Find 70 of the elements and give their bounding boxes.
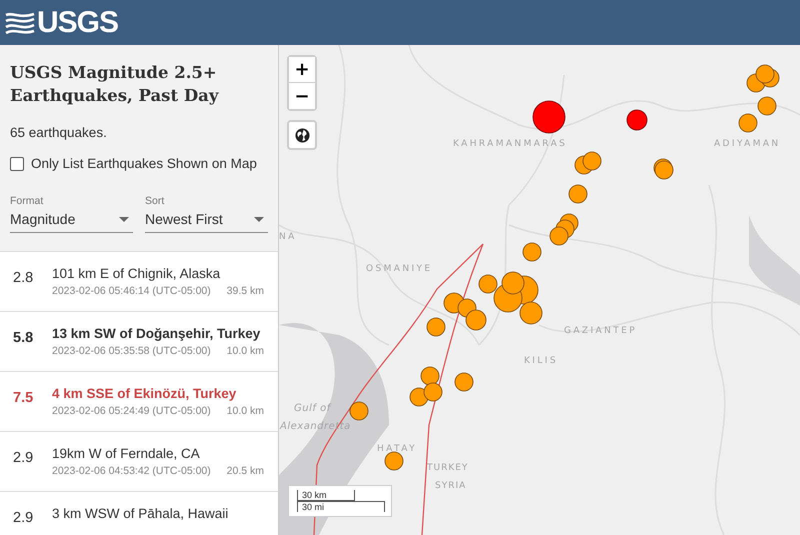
- earthquake-marker[interactable]: [350, 402, 368, 420]
- place-text: 4 km SSE of Ekinözü, Turkey: [52, 386, 238, 402]
- map-label: TURKEY: [427, 463, 468, 473]
- select-label: Format: [10, 195, 44, 207]
- select-dropdown[interactable]: Newest First: [145, 207, 268, 233]
- magnitude-text: 7.5: [13, 390, 33, 406]
- earthquake-marker[interactable]: [738, 114, 758, 132]
- map-label: KILIS: [524, 356, 558, 366]
- caret-icon: [119, 216, 129, 222]
- checkbox-label[interactable]: Only List Earthquakes Shown on Map: [31, 156, 257, 171]
- earthquake-marker[interactable]: [424, 382, 442, 402]
- globe-icon: [294, 128, 310, 142]
- earthquake-marker[interactable]: [454, 372, 474, 392]
- earthquake-marker[interactable]: [626, 110, 648, 130]
- earthquake-marker[interactable]: [420, 366, 440, 386]
- earthquake-marker[interactable]: [520, 302, 542, 324]
- depth-text: 10.0 km: [226, 405, 264, 417]
- time-text: 2023-02-06 05:35:58 (UTC-05:00): [52, 345, 211, 357]
- magnitude-text: 2.8: [13, 270, 33, 286]
- map-label: GAZIANTEP: [564, 326, 638, 336]
- select-label: Sort: [145, 195, 166, 207]
- scale-bar: 30 km 30 mi: [288, 485, 392, 517]
- earthquake-item[interactable]: 7.5 4 km SSE of Ekinözü, Turkey 2023-02-06 05:24:49 (UTC-05:00) 10.0 km: [0, 372, 278, 432]
- place-text: 101 km E of Chignik, Alaska: [52, 266, 222, 282]
- earthquake-item[interactable]: 5.8 13 km SW of Doğanşehir, Turkey 2023-02-06 05:35:58 (UTC-05:00) 10.0 km: [0, 312, 278, 372]
- zoom-in-button[interactable]: +: [289, 57, 315, 83]
- place-text: 19km W of Ferndale, CA: [52, 446, 201, 462]
- magnitude-text: 5.8: [13, 330, 33, 346]
- map-label: ADIYAMAN: [714, 139, 781, 149]
- globe-button[interactable]: [287, 120, 317, 150]
- earthquake-item[interactable]: 2.9 19km W of Ferndale, CA 2023-02-06 04:53:42 (UTC-05:00) 20.5 km: [0, 432, 278, 492]
- depth-text: 10.0 km: [226, 345, 264, 357]
- map-label: NA: [279, 232, 297, 242]
- magnitude-text: 2.9: [13, 450, 33, 466]
- earthquake-marker[interactable]: [410, 388, 428, 406]
- earthquake-marker[interactable]: [756, 64, 774, 84]
- earthquake-count: 65 earthquakes.: [10, 125, 108, 140]
- earthquake-marker[interactable]: [568, 184, 588, 204]
- earthquake-item[interactable]: 2.8 101 km E of Chignik, Alaska 2023-02-06 05:46:14 (UTC-05:00) 39.5 km: [0, 252, 278, 312]
- magnitude-text: 2.9: [13, 510, 33, 526]
- earthquake-marker[interactable]: [466, 310, 486, 330]
- caret-icon: [254, 216, 264, 222]
- depth-text: 39.5 km: [226, 285, 264, 297]
- select-dropdown[interactable]: Magnitude: [10, 207, 133, 233]
- earthquake-marker[interactable]: [502, 272, 524, 294]
- earthquake-marker[interactable]: [426, 318, 446, 336]
- earthquake-marker[interactable]: [582, 152, 602, 170]
- time-text: 2023-02-06 04:53:42 (UTC-05:00): [52, 465, 211, 477]
- earthquake-marker[interactable]: [522, 242, 542, 262]
- earthquake-item[interactable]: 2.9 3 km WSW of Pāhala, Hawaii: [0, 492, 278, 535]
- list-title: USGS Magnitude 2.5+ Earthquakes, Past Day: [10, 62, 220, 107]
- map-label: SYRIA: [435, 481, 466, 491]
- map-label: Gulf of: [294, 403, 331, 414]
- map-label: HATAY: [377, 444, 417, 454]
- earthquake-marker[interactable]: [654, 160, 674, 180]
- earthquake-marker[interactable]: [532, 100, 566, 134]
- waves-logo-icon: [5, 10, 35, 34]
- time-text: 2023-02-06 05:46:14 (UTC-05:00): [52, 285, 211, 297]
- map-label: KAHRAMANMARAS: [453, 139, 568, 149]
- logo-text[interactable]: USGS: [37, 6, 118, 40]
- earthquake-marker[interactable]: [384, 452, 404, 470]
- place-text: 3 km WSW of Pāhala, Hawaii: [52, 506, 230, 522]
- depth-text: 20.5 km: [226, 465, 264, 477]
- earthquake-marker[interactable]: [550, 226, 568, 246]
- map-label: OSMANIYE: [366, 264, 432, 274]
- place-text: 13 km SW of Doğanşehir, Turkey: [52, 326, 262, 342]
- earthquake-marker[interactable]: [758, 96, 776, 116]
- checkbox[interactable]: [10, 156, 24, 170]
- time-text: 2023-02-06 05:24:49 (UTC-05:00): [52, 405, 211, 417]
- earthquake-marker[interactable]: [478, 274, 498, 294]
